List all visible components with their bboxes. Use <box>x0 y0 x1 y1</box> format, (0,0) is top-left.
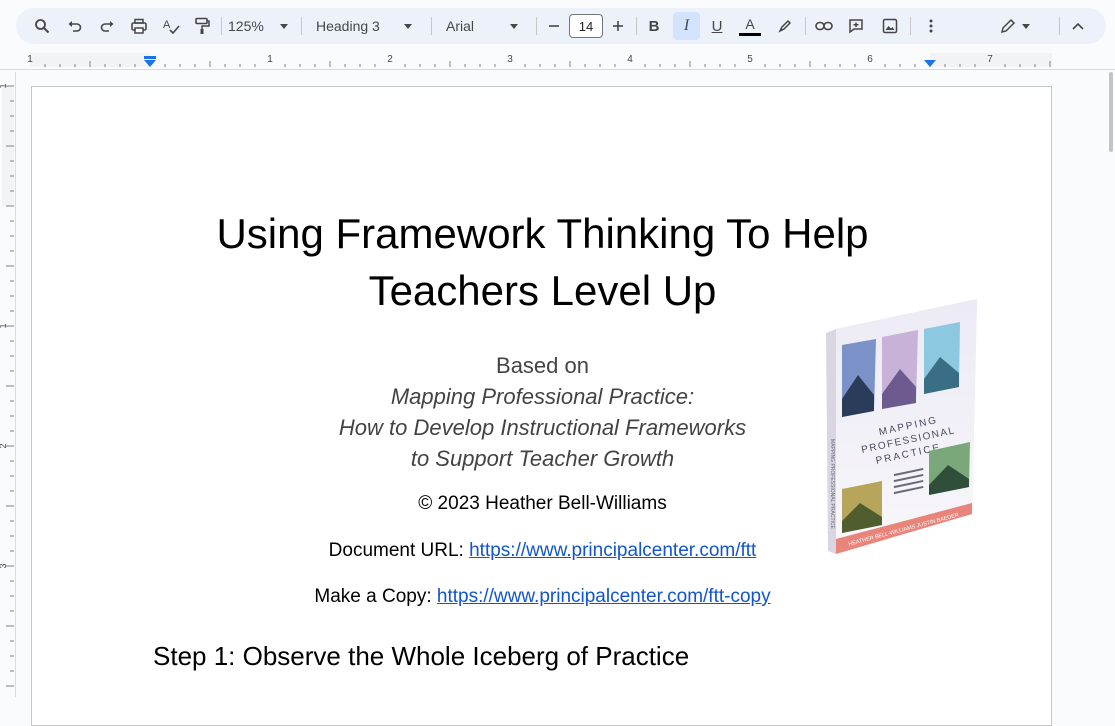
paint-format-icon[interactable] <box>190 12 214 40</box>
chevron-down-icon <box>280 23 288 29</box>
make-copy-link[interactable]: https://www.principalcenter.com/ftt-copy <box>437 586 771 607</box>
ruler-label: 7 <box>987 54 993 65</box>
redo-icon[interactable] <box>95 12 119 40</box>
search-icon[interactable] <box>30 12 54 40</box>
zoom-select[interactable]: 125% <box>222 12 294 40</box>
zoom-value: 125% <box>228 18 264 34</box>
vertical-ruler-label: 2 <box>0 443 8 448</box>
chevron-down-icon <box>404 23 412 29</box>
increase-font-icon[interactable] <box>606 12 630 40</box>
ruler-label: 5 <box>747 54 753 65</box>
print-icon[interactable] <box>127 12 151 40</box>
image-icon[interactable] <box>878 12 902 40</box>
edit-mode-icon[interactable] <box>995 12 1035 40</box>
spellcheck-icon[interactable]: A <box>159 12 183 40</box>
document-url-link[interactable]: https://www.principalcenter.com/ftt <box>469 540 756 561</box>
scrollbar[interactable] <box>1109 72 1113 152</box>
toolbar: A 125% Heading 3 Arial 14 B I U A <box>16 8 1106 44</box>
text-color-icon[interactable]: A <box>736 12 764 40</box>
ruler-label: 6 <box>867 54 873 65</box>
link-icon[interactable] <box>812 12 836 40</box>
horizontal-ruler[interactable]: 1 1 2 3 4 5 6 7 <box>0 50 1115 70</box>
undo-icon[interactable] <box>63 12 87 40</box>
collapse-icon[interactable] <box>1066 12 1090 40</box>
highlight-icon[interactable] <box>773 12 797 40</box>
make-copy-line[interactable]: Make a Copy: https://www.principalcenter… <box>32 586 1053 608</box>
font-value: Arial <box>446 18 475 34</box>
make-copy-label: Make a Copy: <box>314 586 437 607</box>
font-size-input[interactable]: 14 <box>569 14 603 38</box>
chevron-down-icon <box>510 23 518 29</box>
bold-icon[interactable]: B <box>642 12 666 40</box>
comment-icon[interactable] <box>844 12 868 40</box>
book-spine-text: MAPPING PROFESSIONAL PRACTICE <box>829 439 835 529</box>
text-color-swatch <box>739 32 761 36</box>
chevron-down-icon <box>1022 23 1030 29</box>
paragraph-style-value: Heading 3 <box>316 18 380 34</box>
vertical-ruler-label: 3 <box>0 563 8 568</box>
underline-icon[interactable]: U <box>705 12 729 40</box>
ruler-label: 2 <box>387 54 393 65</box>
paragraph-style-select[interactable]: Heading 3 <box>310 12 418 40</box>
document-page[interactable]: Using Framework Thinking To Help Teacher… <box>31 86 1052 726</box>
ruler-label: 3 <box>507 54 513 65</box>
font-select[interactable]: Arial <box>440 12 524 40</box>
svg-text:A: A <box>163 19 171 31</box>
book-cover-image[interactable]: MAPPING PROFESSIONAL PRACTICE HEATHER BE… <box>822 299 982 557</box>
vertical-ruler-label: 1 <box>0 323 8 328</box>
vertical-ruler[interactable]: 1 1 2 3 <box>0 72 16 697</box>
title-line: Using Framework Thinking To Help <box>216 210 869 257</box>
first-line-indent-marker <box>144 56 156 59</box>
italic-icon[interactable]: I <box>673 12 700 40</box>
decrease-font-icon[interactable] <box>542 12 566 40</box>
document-url-label: Document URL: <box>328 540 470 561</box>
ruler-label: 1 <box>27 54 33 65</box>
text-color-label: A <box>745 15 755 32</box>
step1-heading[interactable]: Step 1: Observe the Whole Iceberg of Pra… <box>153 641 689 672</box>
ruler-label: 1 <box>267 54 273 65</box>
more-icon[interactable] <box>919 12 943 40</box>
ruler-label: 4 <box>627 54 633 65</box>
vertical-ruler-label: 1 <box>0 83 8 88</box>
